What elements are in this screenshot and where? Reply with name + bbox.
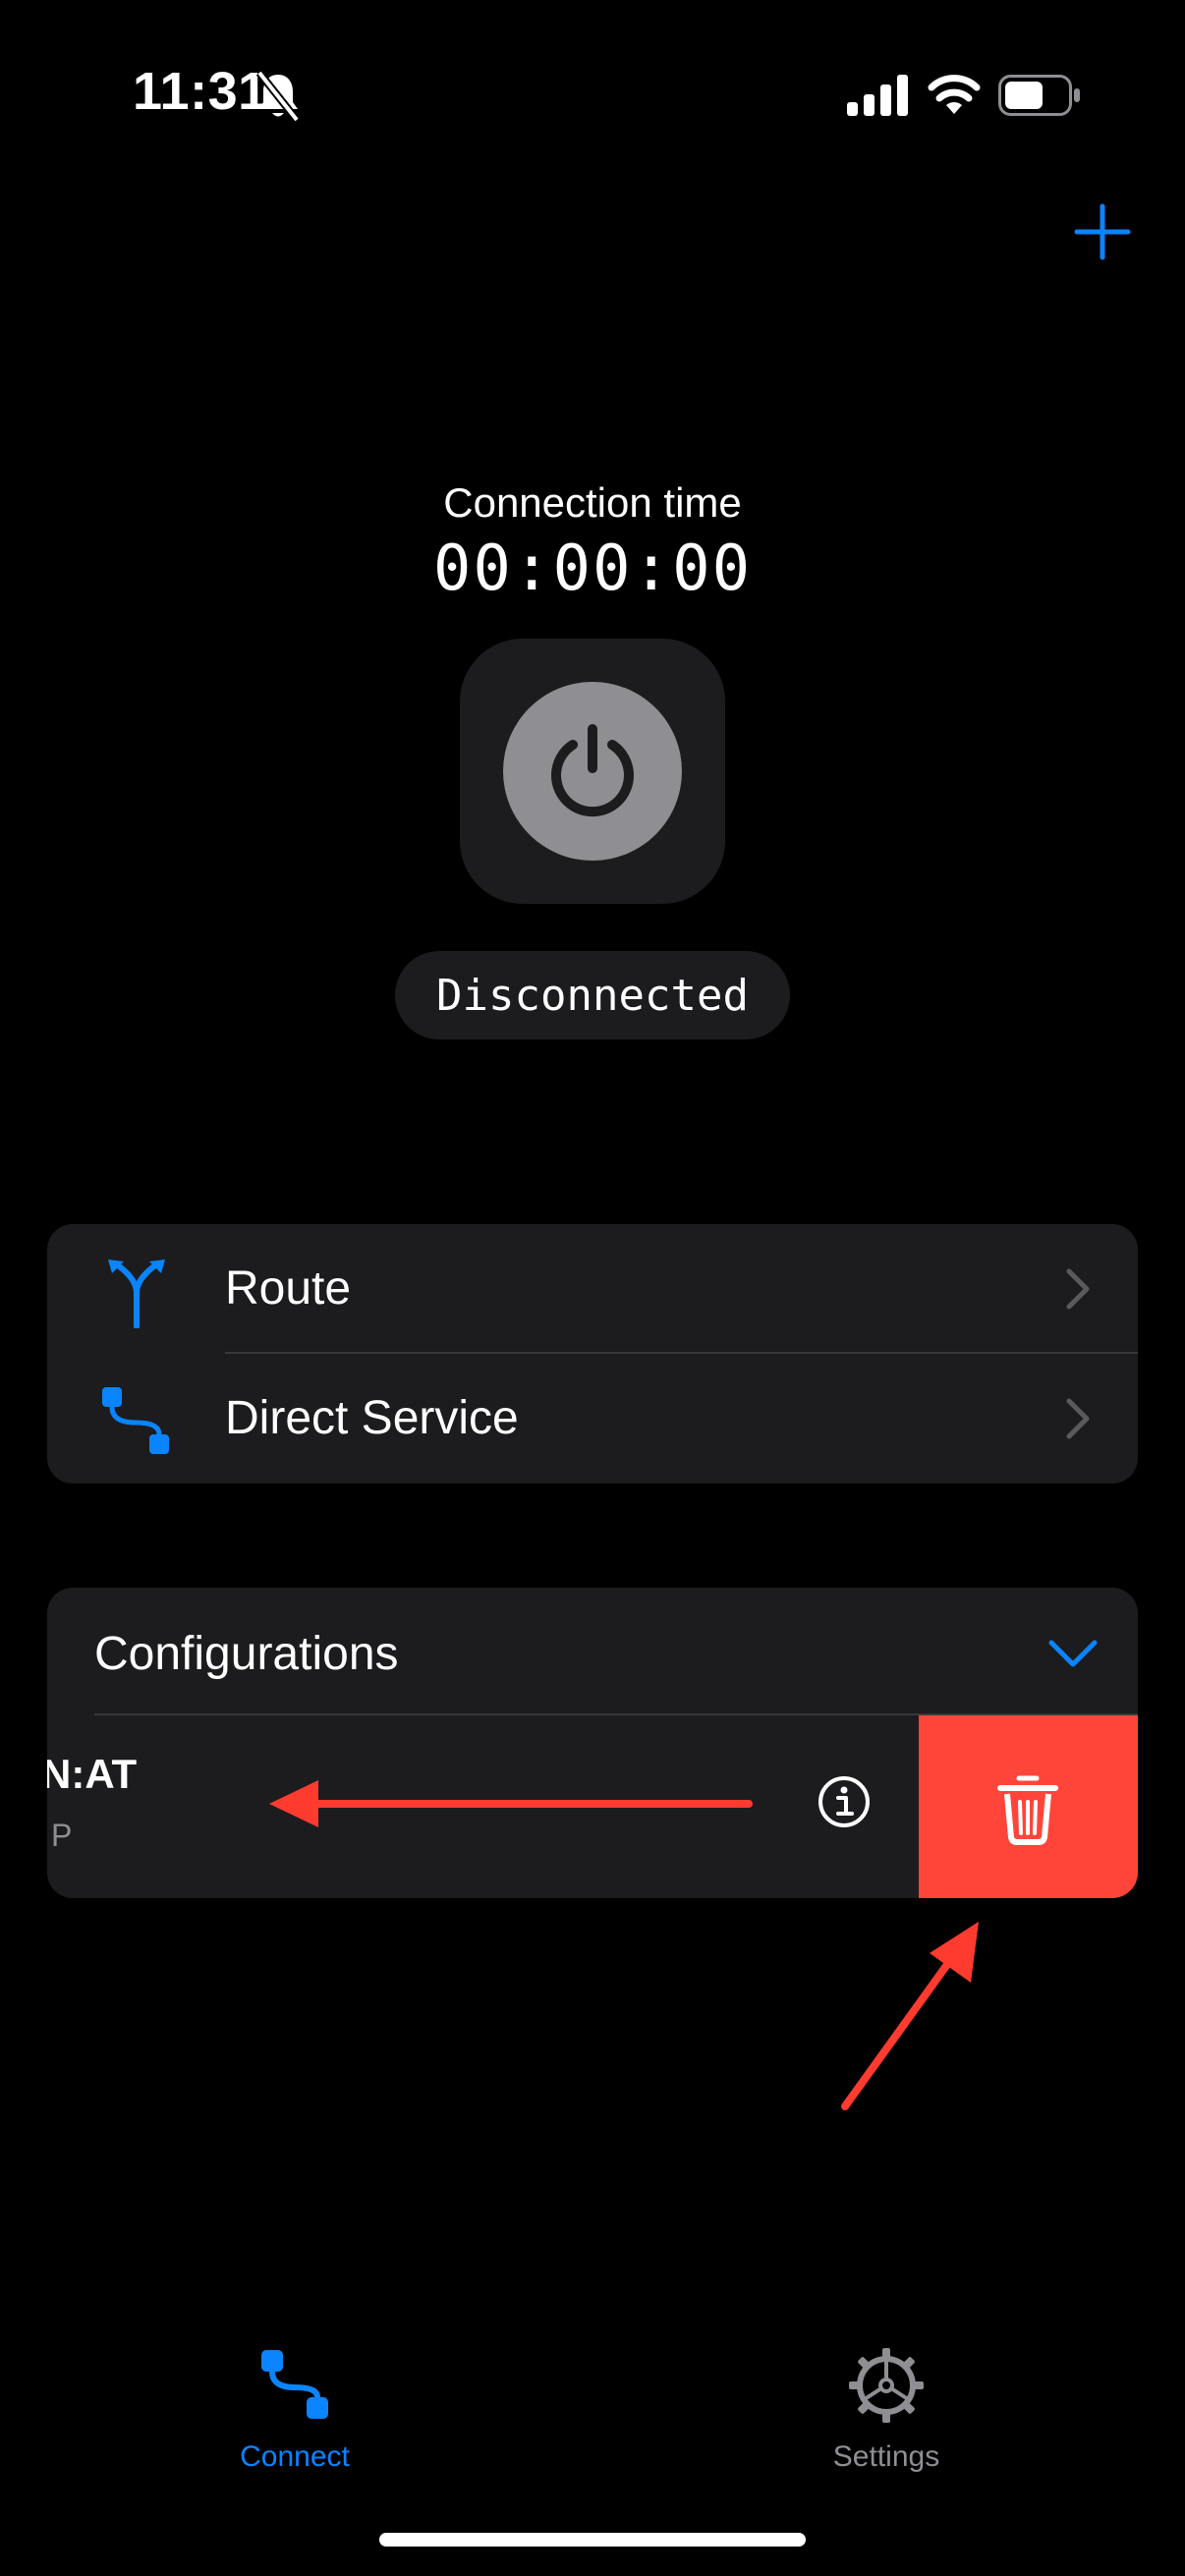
tab-label: Connect (240, 2440, 350, 2473)
power-icon (551, 724, 634, 817)
tab-label: Settings (832, 2440, 940, 2473)
connect-icon (261, 2350, 328, 2419)
home-indicator[interactable] (379, 2533, 806, 2547)
menu-item-label: Direct Service (225, 1392, 519, 1444)
add-configuration-button[interactable] (1073, 202, 1132, 261)
chevron-right-icon (1066, 1268, 1090, 1310)
chevron-down-icon[interactable] (1045, 1637, 1100, 1670)
connection-time-label: Connection time (443, 479, 742, 526)
gear-icon (849, 2348, 924, 2423)
trash-icon (997, 1775, 1058, 1845)
tab-connect[interactable]: Connect (147, 2346, 442, 2474)
configuration-name[interactable]: N:AT (47, 1751, 137, 1798)
wifi-icon (928, 75, 981, 114)
chevron-right-icon (1066, 1398, 1090, 1439)
battery-icon (998, 75, 1080, 116)
connection-status-badge: Disconnected (395, 951, 790, 1039)
connection-timer: 00:00:00 (432, 532, 753, 605)
direct-service-icon (102, 1387, 169, 1454)
menu-item-label: Route (225, 1262, 352, 1315)
route-fork-icon (108, 1260, 165, 1328)
menu-item-route[interactable]: Route (47, 1224, 1138, 1354)
configurations-section: Configurations N:AT P (47, 1588, 1138, 1898)
info-icon[interactable] (817, 1774, 872, 1829)
routing-menu: Route Direct Service (47, 1224, 1138, 1484)
cellular-signal-icon (847, 75, 908, 116)
status-time: 11:31 (133, 62, 268, 121)
tab-settings[interactable]: Settings (739, 2346, 1034, 2474)
configuration-subtitle: P (51, 1818, 73, 1853)
configurations-title: Configurations (94, 1628, 399, 1680)
bell-slash-icon (255, 70, 301, 123)
menu-item-direct-service[interactable]: Direct Service (47, 1354, 1138, 1484)
